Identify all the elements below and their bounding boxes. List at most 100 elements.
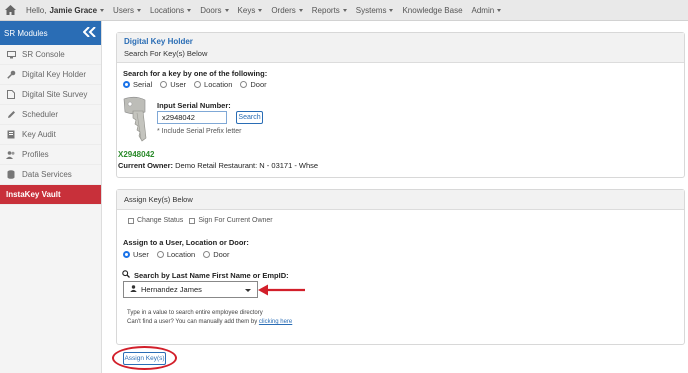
radio-button[interactable] xyxy=(123,81,130,88)
help-text-2: Can't find a user? You can manually add … xyxy=(127,319,292,325)
current-owner-label: Current Owner: xyxy=(118,161,174,170)
sidebar-item-label: Digital Site Survey xyxy=(22,90,88,99)
nav-label: Keys xyxy=(237,5,256,15)
sidebar: SR Modules SR Console Digital Key Holder… xyxy=(0,21,102,373)
radio-button[interactable] xyxy=(203,251,211,258)
home-icon[interactable] xyxy=(3,3,17,17)
document-icon xyxy=(6,90,16,100)
sidebar-item-label: Key Audit xyxy=(22,130,56,139)
sidebar-item-key-audit[interactable]: Key Audit xyxy=(0,125,101,145)
nav-label: Admin xyxy=(471,5,495,15)
collapse-sidebar-icon[interactable] xyxy=(82,26,97,39)
radio-label: Serial xyxy=(133,80,153,89)
assign-type-radio-group: User Location Door xyxy=(123,250,237,259)
nav-doors[interactable]: Doors xyxy=(200,5,229,15)
sidebar-item-sr-console[interactable]: SR Console xyxy=(0,45,101,65)
sidebar-item-label: Digital Key Holder xyxy=(22,70,87,79)
chevron-down-icon xyxy=(342,8,347,12)
radio-user[interactable]: User xyxy=(123,250,149,259)
current-owner-value: Demo Retail Restaurant: N - 03171 - Whse xyxy=(175,161,319,170)
sidebar-item-data-services[interactable]: Data Services xyxy=(0,165,101,185)
change-status-checkbox[interactable] xyxy=(128,217,134,224)
sidebar-item-scheduler[interactable]: Scheduler xyxy=(0,105,101,125)
key-image xyxy=(121,96,151,144)
nav-orders[interactable]: Orders xyxy=(271,5,303,15)
chevron-down-icon xyxy=(136,8,141,12)
panel-title: Assign Key(s) Below xyxy=(124,195,193,204)
radio-button[interactable] xyxy=(156,251,164,258)
radio-label: User xyxy=(133,250,149,259)
radio-location[interactable]: Location xyxy=(156,250,196,259)
current-owner: Current Owner: Demo Retail Restaurant: N… xyxy=(118,161,318,170)
sidebar-item-digital-site-survey[interactable]: Digital Site Survey xyxy=(0,85,101,105)
nav-knowledge-base[interactable]: Knowledge Base xyxy=(402,6,462,15)
chevron-down-icon xyxy=(298,8,303,12)
chevron-down-icon xyxy=(389,8,394,12)
radio-location[interactable]: Location xyxy=(194,80,232,89)
radio-button[interactable] xyxy=(160,81,168,88)
search-type-radio-group: Serial User Location Door xyxy=(123,80,275,89)
serial-number-input[interactable]: x2948042 xyxy=(157,111,227,124)
radio-label: Location xyxy=(166,250,196,259)
selected-user: Hernandez James xyxy=(141,285,202,294)
panel-title: Digital Key Holder xyxy=(124,37,193,46)
chevron-down-icon xyxy=(100,8,105,12)
nav-keys[interactable]: Keys xyxy=(238,6,263,15)
sidebar-item-label: Profiles xyxy=(22,150,49,159)
sidebar-item-label: Scheduler xyxy=(22,110,59,119)
nav-label: Locations xyxy=(149,5,185,15)
sign-for-owner-checkbox[interactable] xyxy=(189,217,196,224)
sidebar-item-label: InstaKey Vault xyxy=(6,190,61,199)
pencil-icon xyxy=(6,110,16,120)
search-user-label: Search by Last Name First Name or EmpID: xyxy=(134,270,289,280)
radio-serial[interactable]: Serial xyxy=(123,80,152,89)
help-prefix: Can't find a user? You can manually add … xyxy=(127,319,258,325)
radio-user[interactable]: User xyxy=(160,80,186,89)
sidebar-item-profiles[interactable]: Profiles xyxy=(0,145,101,165)
sidebar-item-digital-key-holder[interactable]: Digital Key Holder xyxy=(0,65,101,85)
top-navbar: Hello, Jamie Grace Users Locations Doors… xyxy=(0,0,688,21)
radio-door[interactable]: Door xyxy=(203,250,229,259)
search-by-label: Search for a key by one of the following… xyxy=(123,69,268,78)
radio-button[interactable] xyxy=(194,81,202,88)
nav-users[interactable]: Users xyxy=(113,6,141,15)
chevron-down-icon xyxy=(187,8,192,12)
annotation-arrow xyxy=(257,283,307,297)
chevron-down-icon xyxy=(245,289,251,292)
chevron-down-icon xyxy=(258,8,263,12)
radio-label: Door xyxy=(213,250,230,259)
nav-label: Systems xyxy=(355,5,387,15)
radio-label: User xyxy=(170,80,187,89)
nav-systems[interactable]: Systems xyxy=(356,6,394,15)
greeting-text: Hello, xyxy=(26,5,47,15)
checkbox-row: Change Status Sign For Current Owner xyxy=(128,217,273,224)
radio-button[interactable] xyxy=(240,81,248,88)
nav-locations[interactable]: Locations xyxy=(149,5,192,15)
nav-admin[interactable]: Admin xyxy=(472,6,502,15)
radio-label: Door xyxy=(250,80,267,89)
search-button[interactable]: Search xyxy=(236,111,263,124)
annotation-ellipse xyxy=(112,346,177,370)
nav-reports[interactable]: Reports xyxy=(312,6,347,15)
serial-hint: * Include Serial Prefix letter xyxy=(157,128,242,135)
user-icon xyxy=(130,285,137,294)
sidebar-title: SR Modules xyxy=(4,28,48,38)
checkbox-label: Sign For Current Owner xyxy=(198,217,273,224)
radio-door[interactable]: Door xyxy=(240,80,267,89)
panel-header: Assign Key(s) Below xyxy=(117,190,684,210)
radio-button[interactable] xyxy=(123,251,130,258)
sidebar-item-instakey-vault[interactable]: InstaKey Vault xyxy=(0,185,101,205)
nav-label: Orders xyxy=(271,5,296,15)
users-icon xyxy=(6,150,16,160)
sidebar-header: SR Modules xyxy=(0,21,101,45)
serial-number-label: Input Serial Number: xyxy=(157,101,231,110)
sidebar-item-label: SR Console xyxy=(22,50,65,59)
user-menu[interactable]: Hello, Jamie Grace xyxy=(26,5,105,15)
checkbox-label: Change Status xyxy=(137,217,184,224)
result-serial: X2948042 xyxy=(118,150,155,159)
nav-label: Doors xyxy=(200,5,222,15)
clicking-here-link[interactable]: clicking here xyxy=(259,319,292,325)
user-select-dropdown[interactable]: Hernandez James xyxy=(123,281,258,298)
key-icon xyxy=(6,70,16,80)
sidebar-item-label: Data Services xyxy=(22,170,72,179)
